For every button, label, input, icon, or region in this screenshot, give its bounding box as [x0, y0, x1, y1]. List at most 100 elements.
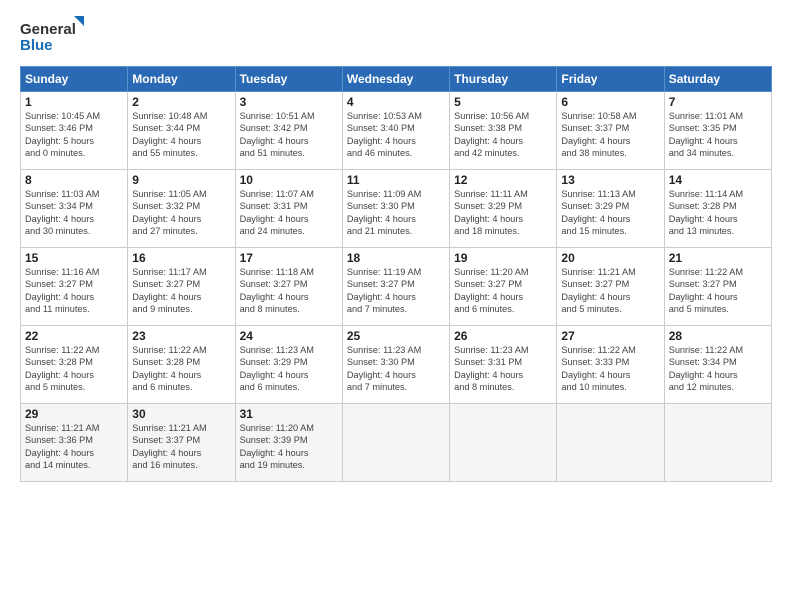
day-info: Sunrise: 11:21 AMSunset: 3:37 PMDaylight… — [132, 422, 230, 472]
calendar-cell: 10Sunrise: 11:07 AMSunset: 3:31 PMDaylig… — [235, 170, 342, 248]
calendar-cell: 7Sunrise: 11:01 AMSunset: 3:35 PMDayligh… — [664, 92, 771, 170]
day-number: 25 — [347, 329, 445, 343]
calendar-cell: 30Sunrise: 11:21 AMSunset: 3:37 PMDaylig… — [128, 404, 235, 482]
calendar-header-row: SundayMondayTuesdayWednesdayThursdayFrid… — [21, 67, 772, 92]
day-number: 12 — [454, 173, 552, 187]
day-number: 17 — [240, 251, 338, 265]
calendar-cell — [342, 404, 449, 482]
day-info: Sunrise: 10:56 AMSunset: 3:38 PMDaylight… — [454, 110, 552, 160]
day-number: 16 — [132, 251, 230, 265]
column-header-tuesday: Tuesday — [235, 67, 342, 92]
day-info: Sunrise: 11:23 AMSunset: 3:31 PMDaylight… — [454, 344, 552, 394]
day-number: 3 — [240, 95, 338, 109]
calendar-cell: 29Sunrise: 11:21 AMSunset: 3:36 PMDaylig… — [21, 404, 128, 482]
day-info: Sunrise: 10:58 AMSunset: 3:37 PMDaylight… — [561, 110, 659, 160]
calendar-cell: 8Sunrise: 11:03 AMSunset: 3:34 PMDayligh… — [21, 170, 128, 248]
calendar-cell: 1Sunrise: 10:45 AMSunset: 3:46 PMDayligh… — [21, 92, 128, 170]
day-number: 26 — [454, 329, 552, 343]
week-row-4: 22Sunrise: 11:22 AMSunset: 3:28 PMDaylig… — [21, 326, 772, 404]
day-info: Sunrise: 11:05 AMSunset: 3:32 PMDaylight… — [132, 188, 230, 238]
day-info: Sunrise: 11:13 AMSunset: 3:29 PMDaylight… — [561, 188, 659, 238]
day-info: Sunrise: 11:16 AMSunset: 3:27 PMDaylight… — [25, 266, 123, 316]
day-info: Sunrise: 10:53 AMSunset: 3:40 PMDaylight… — [347, 110, 445, 160]
calendar-cell: 19Sunrise: 11:20 AMSunset: 3:27 PMDaylig… — [450, 248, 557, 326]
day-info: Sunrise: 11:01 AMSunset: 3:35 PMDaylight… — [669, 110, 767, 160]
week-row-2: 8Sunrise: 11:03 AMSunset: 3:34 PMDayligh… — [21, 170, 772, 248]
calendar-cell — [450, 404, 557, 482]
day-info: Sunrise: 10:51 AMSunset: 3:42 PMDaylight… — [240, 110, 338, 160]
day-info: Sunrise: 11:19 AMSunset: 3:27 PMDaylight… — [347, 266, 445, 316]
svg-text:General: General — [20, 21, 76, 38]
day-number: 4 — [347, 95, 445, 109]
day-number: 15 — [25, 251, 123, 265]
calendar-cell: 5Sunrise: 10:56 AMSunset: 3:38 PMDayligh… — [450, 92, 557, 170]
day-number: 19 — [454, 251, 552, 265]
column-header-sunday: Sunday — [21, 67, 128, 92]
calendar-cell: 4Sunrise: 10:53 AMSunset: 3:40 PMDayligh… — [342, 92, 449, 170]
day-number: 14 — [669, 173, 767, 187]
day-number: 31 — [240, 407, 338, 421]
day-info: Sunrise: 11:22 AMSunset: 3:33 PMDaylight… — [561, 344, 659, 394]
day-number: 24 — [240, 329, 338, 343]
day-info: Sunrise: 11:23 AMSunset: 3:29 PMDaylight… — [240, 344, 338, 394]
day-info: Sunrise: 11:18 AMSunset: 3:27 PMDaylight… — [240, 266, 338, 316]
day-info: Sunrise: 10:48 AMSunset: 3:44 PMDaylight… — [132, 110, 230, 160]
calendar-cell: 20Sunrise: 11:21 AMSunset: 3:27 PMDaylig… — [557, 248, 664, 326]
day-info: Sunrise: 11:07 AMSunset: 3:31 PMDaylight… — [240, 188, 338, 238]
day-number: 7 — [669, 95, 767, 109]
calendar-cell: 14Sunrise: 11:14 AMSunset: 3:28 PMDaylig… — [664, 170, 771, 248]
day-number: 30 — [132, 407, 230, 421]
logo: GeneralBlue — [20, 16, 90, 56]
calendar-cell: 9Sunrise: 11:05 AMSunset: 3:32 PMDayligh… — [128, 170, 235, 248]
day-info: Sunrise: 11:22 AMSunset: 3:27 PMDaylight… — [669, 266, 767, 316]
calendar-cell: 2Sunrise: 10:48 AMSunset: 3:44 PMDayligh… — [128, 92, 235, 170]
calendar-cell: 18Sunrise: 11:19 AMSunset: 3:27 PMDaylig… — [342, 248, 449, 326]
day-info: Sunrise: 11:17 AMSunset: 3:27 PMDaylight… — [132, 266, 230, 316]
day-number: 20 — [561, 251, 659, 265]
header: GeneralBlue — [20, 16, 772, 56]
day-number: 18 — [347, 251, 445, 265]
day-number: 6 — [561, 95, 659, 109]
day-info: Sunrise: 11:09 AMSunset: 3:30 PMDaylight… — [347, 188, 445, 238]
calendar-cell: 11Sunrise: 11:09 AMSunset: 3:30 PMDaylig… — [342, 170, 449, 248]
day-number: 29 — [25, 407, 123, 421]
day-number: 21 — [669, 251, 767, 265]
calendar-cell: 24Sunrise: 11:23 AMSunset: 3:29 PMDaylig… — [235, 326, 342, 404]
calendar-cell: 26Sunrise: 11:23 AMSunset: 3:31 PMDaylig… — [450, 326, 557, 404]
day-info: Sunrise: 11:20 AMSunset: 3:39 PMDaylight… — [240, 422, 338, 472]
day-info: Sunrise: 11:23 AMSunset: 3:30 PMDaylight… — [347, 344, 445, 394]
week-row-5: 29Sunrise: 11:21 AMSunset: 3:36 PMDaylig… — [21, 404, 772, 482]
calendar-cell: 23Sunrise: 11:22 AMSunset: 3:28 PMDaylig… — [128, 326, 235, 404]
column-header-saturday: Saturday — [664, 67, 771, 92]
calendar-cell — [664, 404, 771, 482]
day-info: Sunrise: 11:21 AMSunset: 3:27 PMDaylight… — [561, 266, 659, 316]
calendar-cell: 21Sunrise: 11:22 AMSunset: 3:27 PMDaylig… — [664, 248, 771, 326]
day-info: Sunrise: 11:14 AMSunset: 3:28 PMDaylight… — [669, 188, 767, 238]
column-header-friday: Friday — [557, 67, 664, 92]
day-info: Sunrise: 11:22 AMSunset: 3:28 PMDaylight… — [132, 344, 230, 394]
calendar-cell: 22Sunrise: 11:22 AMSunset: 3:28 PMDaylig… — [21, 326, 128, 404]
day-info: Sunrise: 11:22 AMSunset: 3:34 PMDaylight… — [669, 344, 767, 394]
week-row-3: 15Sunrise: 11:16 AMSunset: 3:27 PMDaylig… — [21, 248, 772, 326]
svg-text:Blue: Blue — [20, 37, 53, 54]
day-info: Sunrise: 11:11 AMSunset: 3:29 PMDaylight… — [454, 188, 552, 238]
day-number: 11 — [347, 173, 445, 187]
column-header-monday: Monday — [128, 67, 235, 92]
calendar-cell: 28Sunrise: 11:22 AMSunset: 3:34 PMDaylig… — [664, 326, 771, 404]
day-info: Sunrise: 11:20 AMSunset: 3:27 PMDaylight… — [454, 266, 552, 316]
day-number: 27 — [561, 329, 659, 343]
calendar-body: 1Sunrise: 10:45 AMSunset: 3:46 PMDayligh… — [21, 92, 772, 482]
day-number: 2 — [132, 95, 230, 109]
logo-svg: GeneralBlue — [20, 16, 90, 56]
week-row-1: 1Sunrise: 10:45 AMSunset: 3:46 PMDayligh… — [21, 92, 772, 170]
calendar-table: SundayMondayTuesdayWednesdayThursdayFrid… — [20, 66, 772, 482]
day-number: 9 — [132, 173, 230, 187]
calendar-cell: 12Sunrise: 11:11 AMSunset: 3:29 PMDaylig… — [450, 170, 557, 248]
calendar-page: GeneralBlue SundayMondayTuesdayWednesday… — [0, 0, 792, 612]
calendar-cell: 27Sunrise: 11:22 AMSunset: 3:33 PMDaylig… — [557, 326, 664, 404]
calendar-cell — [557, 404, 664, 482]
calendar-cell: 15Sunrise: 11:16 AMSunset: 3:27 PMDaylig… — [21, 248, 128, 326]
day-info: Sunrise: 11:03 AMSunset: 3:34 PMDaylight… — [25, 188, 123, 238]
calendar-cell: 16Sunrise: 11:17 AMSunset: 3:27 PMDaylig… — [128, 248, 235, 326]
day-number: 13 — [561, 173, 659, 187]
